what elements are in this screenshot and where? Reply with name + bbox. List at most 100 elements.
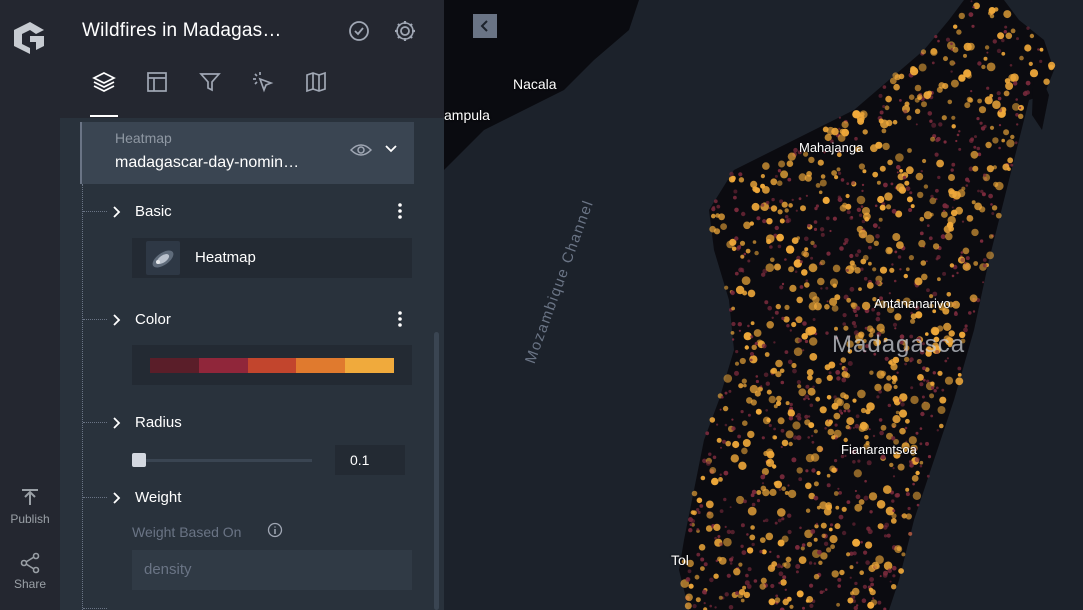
radius-slider-track[interactable] — [138, 459, 312, 462]
fire-point — [925, 441, 929, 446]
fire-point — [841, 377, 847, 383]
fire-point — [937, 277, 941, 282]
fire-point — [844, 372, 851, 379]
fire-point — [912, 491, 922, 500]
fire-point — [944, 376, 954, 385]
fire-point — [797, 384, 802, 389]
fire-point — [983, 263, 987, 268]
fire-point — [889, 462, 894, 468]
fire-point — [971, 228, 979, 237]
gear-icon[interactable] — [392, 18, 418, 44]
fire-point — [810, 256, 814, 260]
chevron-down-icon[interactable] — [384, 144, 398, 154]
fire-point — [806, 541, 813, 548]
fire-point — [796, 296, 803, 304]
fire-point — [964, 102, 971, 109]
fire-point — [972, 310, 976, 313]
fire-point — [787, 513, 792, 518]
fire-point — [760, 203, 765, 207]
share-button[interactable]: Share — [0, 552, 60, 591]
fire-point — [855, 494, 861, 500]
fire-point — [750, 335, 754, 339]
section-basic[interactable]: Basic — [135, 203, 172, 220]
fire-point — [1007, 167, 1011, 172]
kebab-menu-icon[interactable] — [396, 202, 404, 220]
publish-button[interactable]: Publish — [0, 487, 60, 526]
chevron-right-icon[interactable] — [110, 205, 124, 219]
fire-point — [921, 101, 927, 108]
fire-point — [914, 84, 922, 92]
fire-point — [739, 357, 746, 365]
fire-point — [866, 460, 872, 466]
fire-point — [908, 531, 913, 536]
fire-point — [883, 561, 893, 571]
fire-point — [802, 349, 805, 352]
fire-point — [822, 196, 830, 204]
tab-filters[interactable] — [192, 70, 228, 110]
radius-input[interactable]: 0.1 — [335, 445, 405, 475]
fire-point — [804, 419, 811, 426]
fire-point — [896, 171, 899, 174]
fire-point — [1003, 30, 1007, 34]
map-canvas[interactable]: Nacala ampula Mahajanga Mozambique Chann… — [444, 0, 1083, 610]
tab-tooltip[interactable] — [245, 70, 281, 110]
section-weight[interactable]: Weight — [135, 489, 181, 506]
visualization-type-selector[interactable]: Heatmap — [132, 238, 412, 278]
fire-point — [764, 352, 770, 357]
fire-point — [847, 361, 853, 366]
fire-point — [801, 269, 808, 276]
fire-point — [907, 506, 911, 511]
fire-point — [903, 273, 908, 279]
chevron-right-icon[interactable] — [110, 491, 124, 505]
fire-point — [1026, 26, 1030, 30]
fire-point — [897, 255, 902, 259]
eye-icon[interactable] — [350, 142, 372, 158]
fire-point — [935, 137, 940, 143]
weight-field-select[interactable]: density — [132, 550, 412, 590]
fire-point — [735, 591, 740, 596]
chevron-right-icon[interactable] — [110, 416, 124, 430]
collapse-panel-button[interactable] — [473, 14, 497, 38]
fire-point — [795, 564, 801, 569]
fire-point — [809, 337, 818, 346]
radius-slider-handle[interactable] — [132, 453, 146, 467]
fire-point — [879, 165, 886, 172]
section-radius[interactable]: Radius — [135, 414, 182, 431]
fire-point — [763, 372, 769, 378]
fire-point — [863, 550, 868, 555]
fire-point — [872, 223, 878, 229]
chevron-right-icon[interactable] — [110, 313, 124, 327]
fire-point — [966, 215, 974, 222]
layer-panel-header[interactable]: Heatmap madagascar-day-nomin… — [80, 122, 414, 184]
map-label-nacala: Nacala — [513, 76, 557, 92]
fire-point — [832, 216, 837, 221]
fire-point — [766, 321, 774, 329]
fire-point — [849, 260, 855, 266]
check-circle-icon[interactable] — [346, 18, 372, 44]
panel-scrollbar[interactable] — [434, 332, 439, 610]
fire-point — [919, 216, 925, 222]
fire-point — [876, 395, 880, 399]
fire-point — [804, 247, 809, 252]
fire-point — [834, 523, 841, 530]
fire-point — [785, 245, 795, 254]
kebab-menu-icon[interactable] — [396, 310, 404, 328]
fire-point — [904, 426, 908, 430]
fire-point — [784, 588, 787, 591]
fire-point — [892, 565, 897, 571]
fire-point — [723, 374, 733, 383]
fire-point — [730, 290, 735, 295]
fire-point — [995, 212, 1002, 219]
section-color[interactable]: Color — [135, 311, 171, 328]
info-icon[interactable] — [267, 522, 283, 538]
fire-point — [951, 206, 954, 209]
fire-point — [719, 509, 724, 513]
fire-point — [806, 369, 814, 376]
color-range-selector[interactable] — [132, 345, 412, 385]
fire-point — [697, 510, 701, 515]
tab-basemap[interactable] — [298, 70, 334, 110]
fire-point — [981, 192, 986, 197]
fire-point — [709, 467, 717, 474]
tab-interactions[interactable] — [139, 70, 175, 110]
tab-layers[interactable] — [86, 70, 122, 117]
